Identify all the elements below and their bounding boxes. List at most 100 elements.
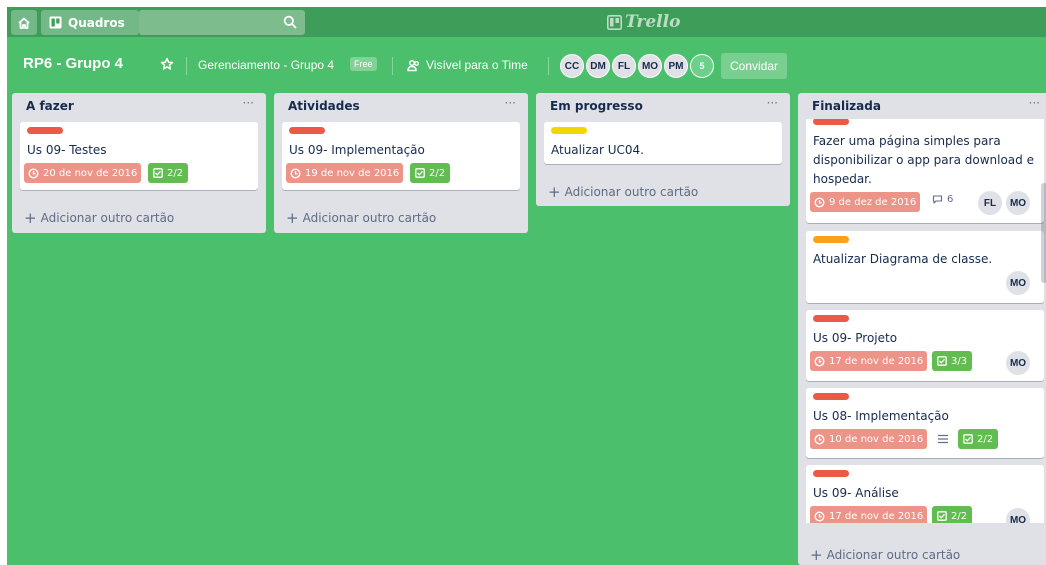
card-label[interactable] <box>813 315 849 322</box>
list-header[interactable]: Em progresso ··· <box>536 93 790 119</box>
plus-icon: + <box>286 209 299 227</box>
clock-icon <box>290 167 301 179</box>
card-member-avatar[interactable]: MO <box>1006 191 1030 215</box>
card-title: Atualizar UC04. <box>551 143 644 157</box>
plus-icon: + <box>548 183 561 201</box>
card-label[interactable] <box>813 470 849 477</box>
list-title[interactable]: Finalizada <box>812 99 881 113</box>
add-card-label: Adicionar outro cartão <box>40 211 175 225</box>
list-menu-button[interactable]: ··· <box>767 96 778 110</box>
list-scrollbar[interactable] <box>1041 183 1046 283</box>
checklist-badge: 2/2 <box>958 429 999 449</box>
member-avatar[interactable]: FL <box>612 54 636 78</box>
card[interactable]: Us 09- Análise 17 de nov de 2016 2/2 MO <box>806 465 1044 523</box>
clock-icon <box>814 510 825 522</box>
team-visibility-icon <box>407 59 419 71</box>
checklist-icon <box>937 356 947 366</box>
board-title[interactable]: RP6 - Grupo 4 <box>23 55 123 72</box>
comment-count: 6 <box>947 194 954 205</box>
due-date-text: 19 de nov de 2016 <box>305 167 400 179</box>
checklist-badge: 2/2 <box>932 506 973 523</box>
card-title: Us 08- Implementação <box>813 409 949 423</box>
card-label[interactable] <box>27 127 63 134</box>
card[interactable]: Us 09- Implementação 19 de nov de 2016 2… <box>282 122 520 190</box>
add-card-button[interactable]: + Adicionar outro cartão <box>286 209 436 227</box>
card[interactable]: Atualizar Diagrama de classe. MO <box>806 231 1044 303</box>
due-date-badge[interactable]: 20 de nov de 2016 <box>24 163 142 183</box>
card-member-avatar[interactable]: MO <box>1006 271 1030 295</box>
add-card-label: Adicionar outro cartão <box>826 548 961 562</box>
checklist-badge: 2/2 <box>148 163 189 183</box>
invite-button[interactable]: Convidar <box>721 53 787 79</box>
logo-text: Trello <box>625 12 681 32</box>
card[interactable]: Us 09- Projeto 17 de nov de 2016 3/3 MO <box>806 310 1044 381</box>
list-finalizada: Finalizada ··· Fazer uma página simples … <box>798 93 1046 565</box>
card-member-avatar[interactable]: MO <box>1006 508 1030 523</box>
list-menu-button[interactable]: ··· <box>1029 96 1040 110</box>
member-avatar[interactable]: MO <box>638 54 662 78</box>
trello-logo-icon <box>607 14 622 30</box>
add-card-button[interactable]: + Adicionar outro cartão <box>24 209 174 227</box>
member-avatar[interactable]: PM <box>664 54 688 78</box>
visibility-button[interactable]: Visível para o Time <box>407 58 528 72</box>
card-label[interactable] <box>813 393 849 400</box>
list-cards-scroll[interactable]: Fazer uma página simples para disponibil… <box>798 119 1046 523</box>
add-card-button[interactable]: + Adicionar outro cartão <box>548 183 698 201</box>
due-date-badge[interactable]: 19 de nov de 2016 <box>286 163 404 183</box>
home-button[interactable] <box>11 10 37 35</box>
checklist-icon <box>415 168 425 178</box>
card[interactable]: Atualizar UC04. <box>544 122 782 164</box>
search-icon <box>283 15 297 29</box>
checklist-icon <box>963 434 973 444</box>
due-date-badge[interactable]: 17 de nov de 2016 <box>810 506 928 523</box>
card-label[interactable] <box>813 119 849 125</box>
add-card-button[interactable]: + Adicionar outro cartão <box>810 546 960 564</box>
card-title: Us 09- Projeto <box>813 331 898 345</box>
list-title[interactable]: Em progresso <box>550 99 643 113</box>
boards-button[interactable]: Quadros <box>41 10 139 35</box>
card-label[interactable] <box>813 236 849 243</box>
checklist-count: 2/2 <box>951 510 968 522</box>
list-menu-button[interactable]: ··· <box>243 96 254 110</box>
search-input[interactable] <box>139 10 305 35</box>
checklist-count: 2/2 <box>429 167 446 179</box>
list-menu-button[interactable]: ··· <box>505 96 516 110</box>
comment-icon <box>932 195 943 204</box>
member-avatar[interactable]: DM <box>586 54 610 78</box>
comments-badge: 6 <box>932 194 953 205</box>
description-icon <box>938 434 948 444</box>
card-member-avatar[interactable]: MO <box>1006 351 1030 375</box>
card-label[interactable] <box>551 127 587 134</box>
boards-label: Quadros <box>68 15 125 30</box>
list-title[interactable]: A fazer <box>26 99 74 113</box>
checklist-count: 3/3 <box>951 355 968 367</box>
due-date-badge[interactable]: 10 de nov de 2016 <box>810 429 928 449</box>
clock-icon <box>814 355 825 367</box>
card-member-avatar[interactable]: FL <box>978 191 1002 215</box>
member-count-badge[interactable]: 5 <box>690 54 714 78</box>
star-icon[interactable] <box>160 57 174 71</box>
board-header: RP6 - Grupo 4 Gerenciamento - Grupo 4 Fr… <box>7 47 1046 83</box>
divider <box>548 57 549 75</box>
card-label[interactable] <box>289 127 325 134</box>
card[interactable]: Us 08- Implementação 10 de nov de 2016 2… <box>806 388 1044 458</box>
list-header[interactable]: Atividades ··· <box>274 93 528 119</box>
plan-badge: Free <box>350 57 377 71</box>
list-header[interactable]: A fazer ··· <box>12 93 266 119</box>
add-card-label: Adicionar outro cartão <box>564 185 699 199</box>
team-link[interactable]: Gerenciamento - Grupo 4 <box>198 58 334 72</box>
card-title: Us 09- Implementação <box>289 143 425 157</box>
due-date-text: 20 de nov de 2016 <box>43 167 138 179</box>
member-avatar[interactable]: CC <box>560 54 584 78</box>
list-title[interactable]: Atividades <box>288 99 360 113</box>
list-a-fazer: A fazer ··· Us 09- Testes 20 de nov de 2… <box>12 93 266 233</box>
due-date-badge[interactable]: 17 de nov de 2016 <box>810 351 928 371</box>
clock-icon <box>28 167 39 179</box>
due-date-badge[interactable]: 9 de dez de 2016 <box>810 192 921 212</box>
list-em-progresso: Em progresso ··· Atualizar UC04. + Adici… <box>536 93 790 206</box>
card[interactable]: Fazer uma página simples para disponibil… <box>806 119 1044 223</box>
trello-logo[interactable]: Trello <box>607 12 680 32</box>
list-header[interactable]: Finalizada ··· <box>798 93 1046 119</box>
due-date-text: 10 de nov de 2016 <box>829 433 924 445</box>
card[interactable]: Us 09- Testes 20 de nov de 2016 2/2 <box>20 122 258 190</box>
